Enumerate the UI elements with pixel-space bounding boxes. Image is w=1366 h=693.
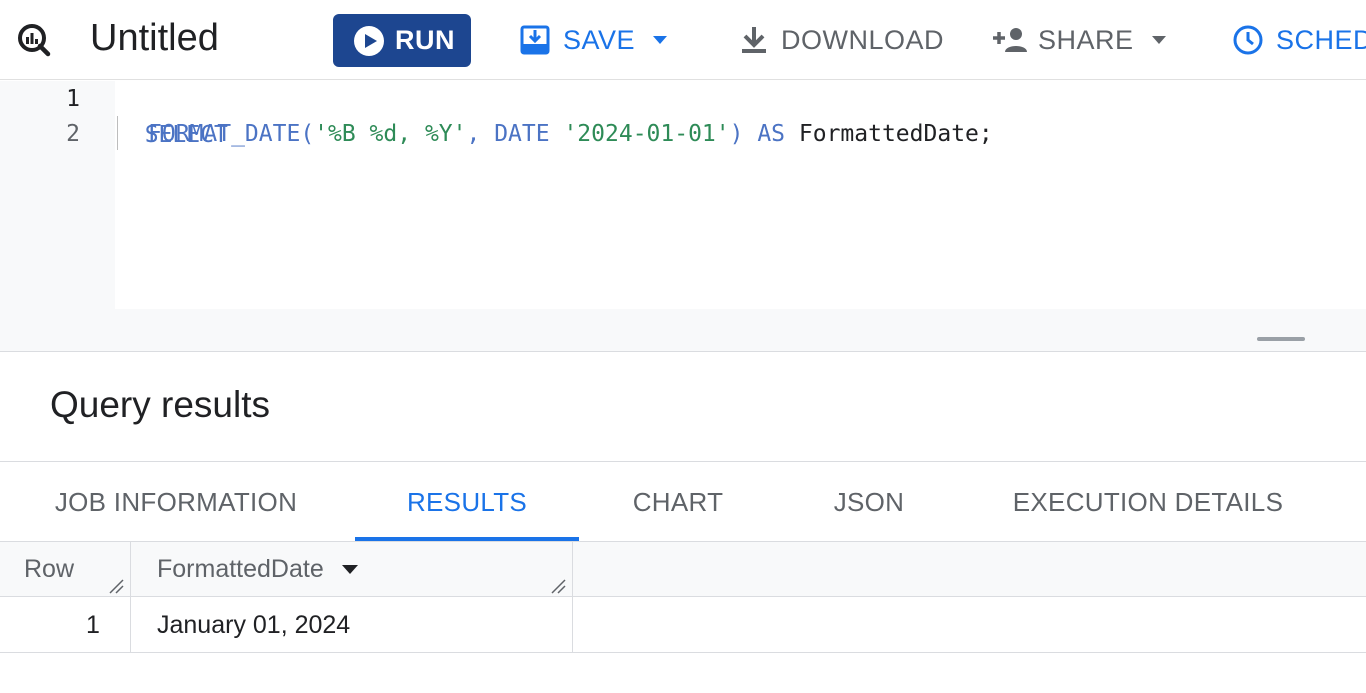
query-toolbar: Untitled RUN SAVE DOWNLOAD SHARE SCHED xyxy=(0,0,1366,80)
play-circle-icon xyxy=(354,25,384,56)
download-icon xyxy=(742,27,766,53)
share-button-label: SHARE xyxy=(1038,24,1134,55)
person-add-icon xyxy=(993,28,1027,52)
divider xyxy=(0,351,1366,352)
sql-function: FORMAT_DATE( xyxy=(148,121,315,147)
save-icon xyxy=(520,25,550,55)
sql-keyword: AS xyxy=(757,121,799,147)
column-menu-icon[interactable] xyxy=(341,565,358,574)
indent-guide xyxy=(117,116,118,150)
code-line[interactable]: SELECT xyxy=(117,81,228,148)
sql-identifier: FormattedDate; xyxy=(798,121,993,147)
tab-chart[interactable]: CHART xyxy=(600,462,756,542)
schedule-button[interactable]: SCHED xyxy=(1232,20,1366,60)
sql-string: '%B %d, %Y' xyxy=(314,121,467,147)
download-button-label: DOWNLOAD xyxy=(781,24,945,55)
results-table-header: Row FormattedDate xyxy=(0,542,1366,597)
query-title[interactable]: Untitled xyxy=(90,16,219,60)
run-button[interactable]: RUN xyxy=(333,14,471,67)
save-button[interactable]: SAVE xyxy=(519,20,668,60)
save-button-label: SAVE xyxy=(563,24,636,55)
column-resize-icon[interactable] xyxy=(108,578,124,594)
sql-punct: ) xyxy=(729,121,758,147)
editor-resize-handle[interactable] xyxy=(1257,337,1305,341)
column-resize-icon[interactable] xyxy=(550,578,566,594)
tab-job-information[interactable]: JOB INFORMATION xyxy=(30,462,322,542)
row-number: 1 xyxy=(86,610,100,639)
clock-icon xyxy=(1233,25,1263,55)
tab-json[interactable]: JSON xyxy=(800,462,938,542)
column-header-row: Row xyxy=(24,555,75,583)
run-button-label: RUN xyxy=(395,25,455,55)
download-button[interactable]: DOWNLOAD xyxy=(739,20,944,60)
table-cell[interactable]: January 01, 2024 xyxy=(157,597,350,653)
line-number: 1 xyxy=(66,86,80,112)
code-line[interactable]: FORMAT_DATE('%B %d, %Y', DATE '2024-01-0… xyxy=(148,116,993,152)
sql-punct: , xyxy=(466,121,495,147)
sql-string: '2024-01-01' xyxy=(563,121,730,147)
bigquery-icon[interactable] xyxy=(14,20,54,60)
table-row: 1 January 01, 2024 xyxy=(0,597,1366,653)
sql-keyword: DATE xyxy=(494,121,564,147)
column-header-formatteddate[interactable]: FormattedDate xyxy=(157,542,358,597)
tab-results[interactable]: RESULTS xyxy=(355,462,579,542)
column-header-label: FormattedDate xyxy=(157,555,324,583)
tab-execution-details[interactable]: EXECUTION DETAILS xyxy=(990,462,1306,542)
query-results-title: Query results xyxy=(50,384,271,425)
share-button[interactable]: SHARE xyxy=(991,20,1166,60)
schedule-button-label: SCHED xyxy=(1276,24,1366,55)
line-number: 2 xyxy=(66,121,80,147)
share-dropdown-icon[interactable] xyxy=(1151,36,1166,44)
save-dropdown-icon[interactable] xyxy=(653,36,668,44)
